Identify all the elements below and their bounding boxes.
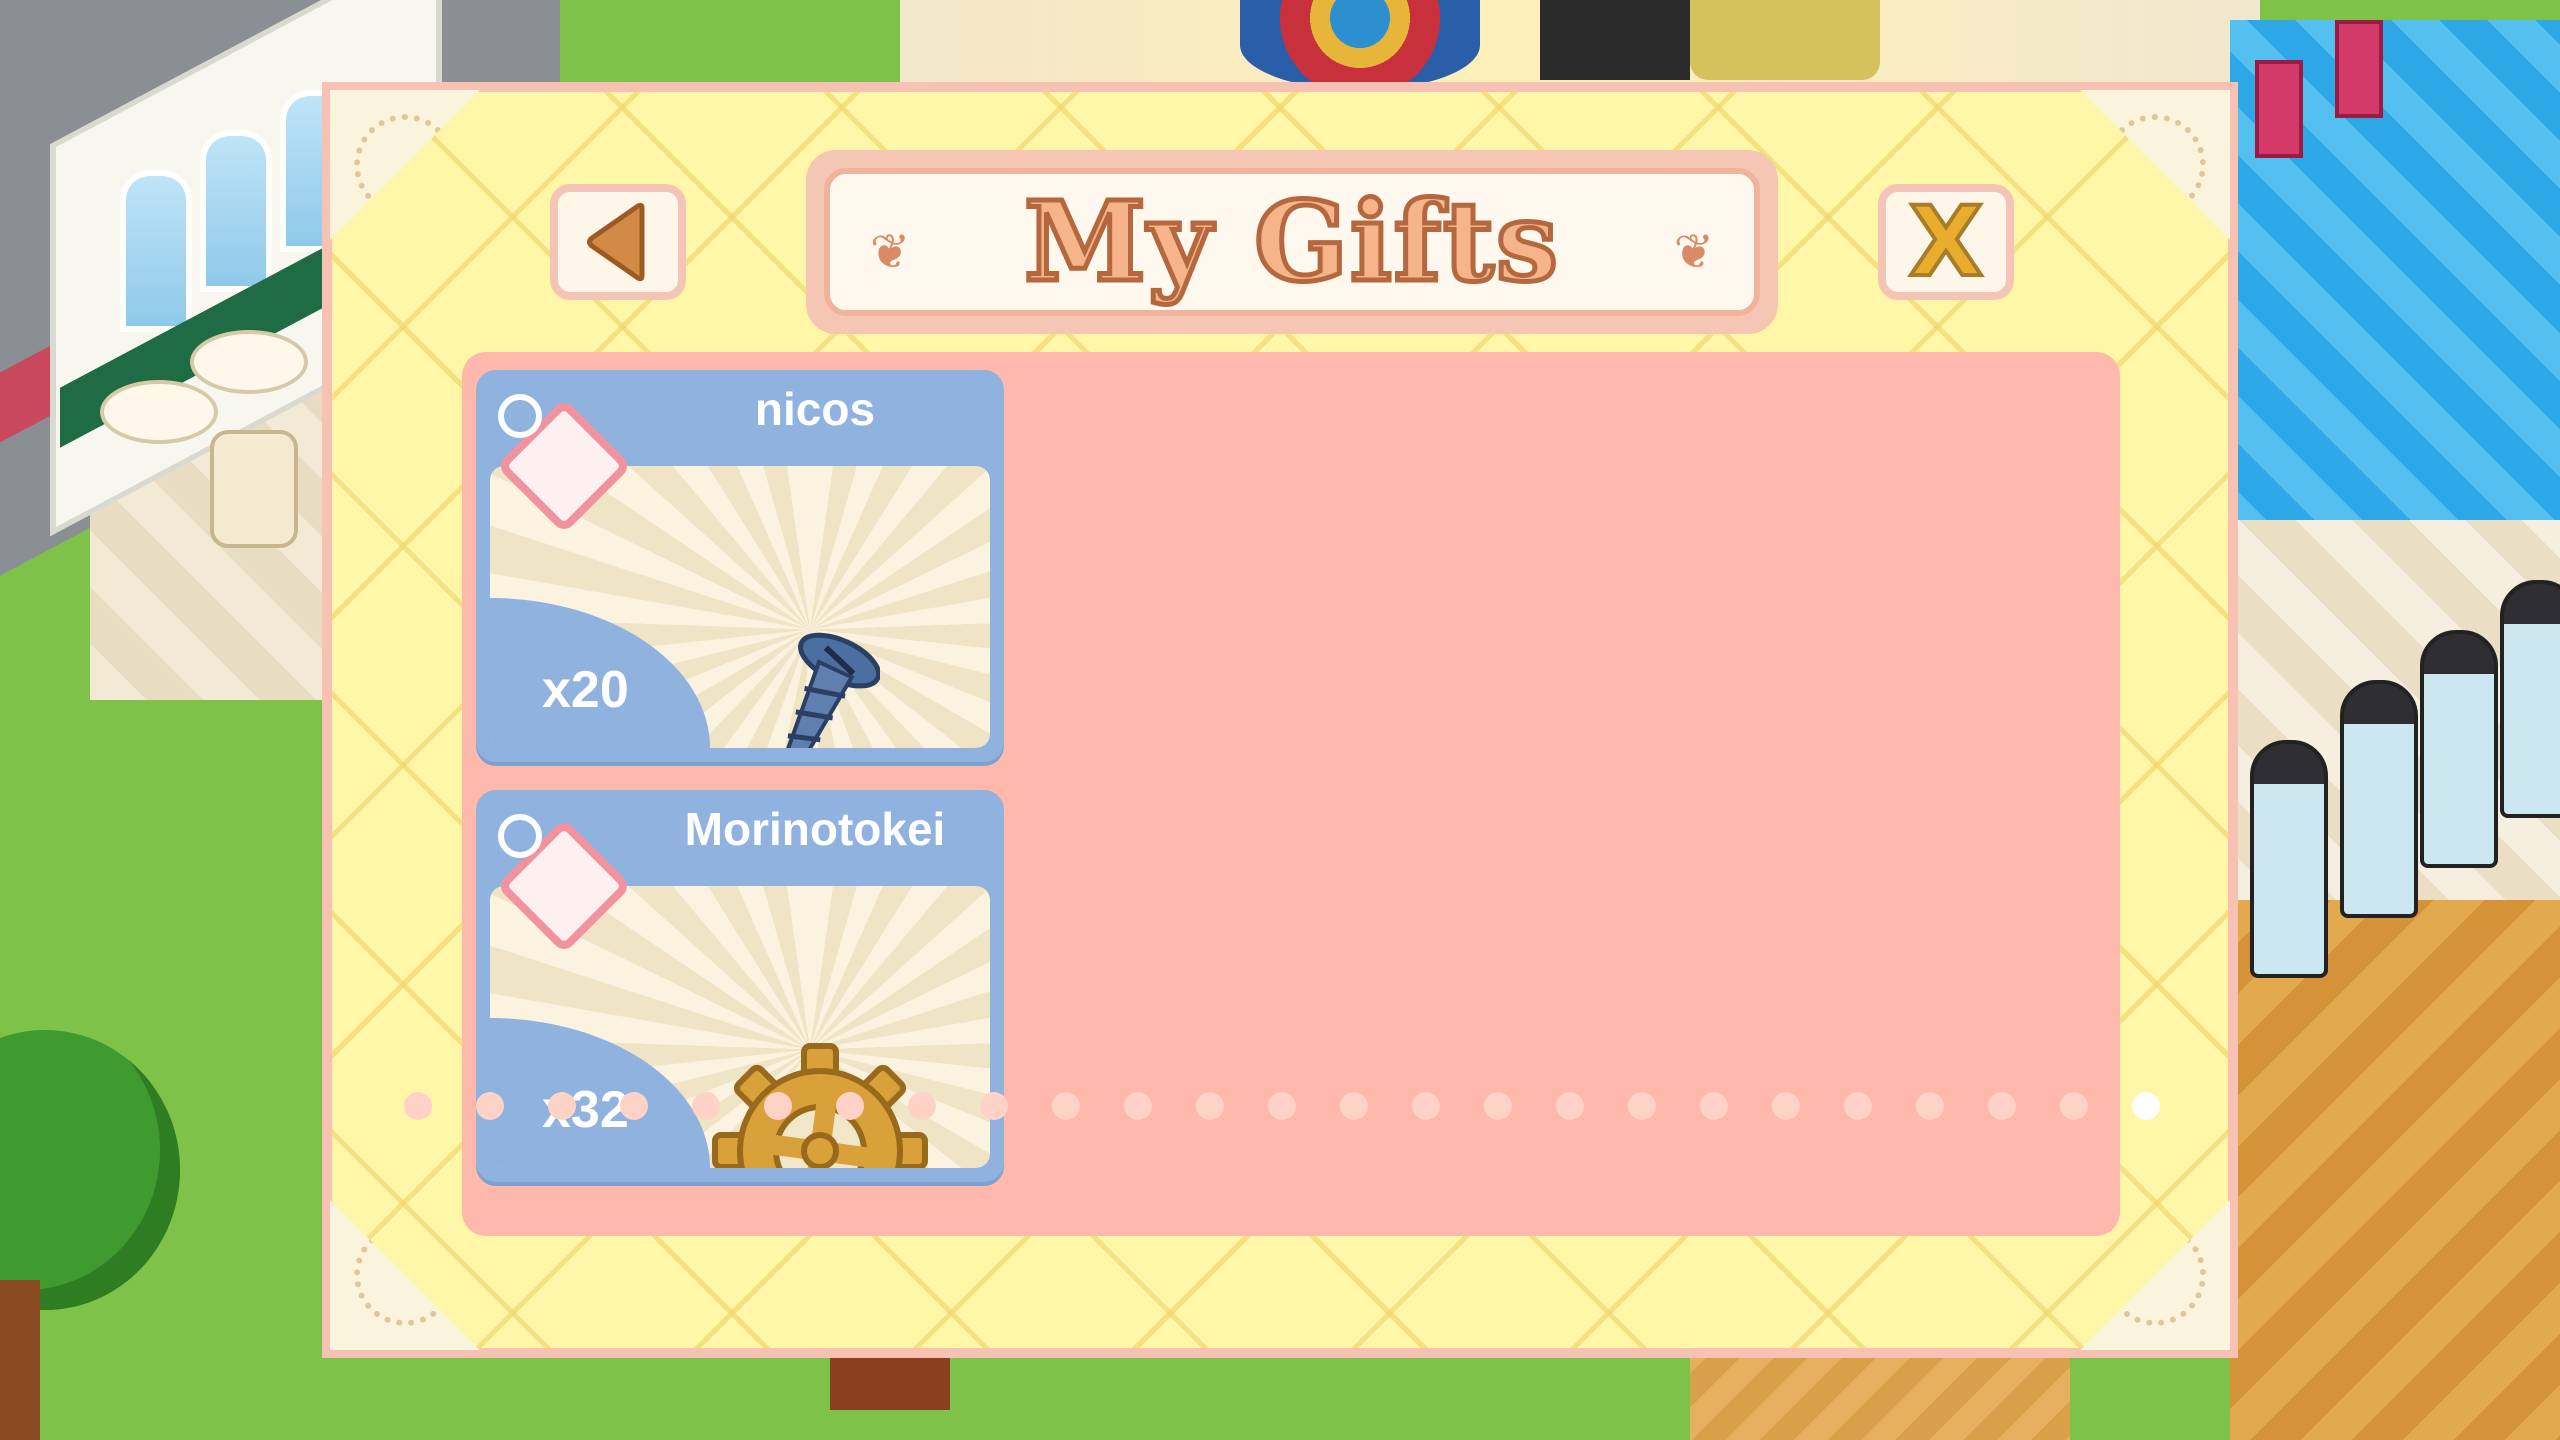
page-dot[interactable] — [908, 1092, 936, 1120]
gift-card[interactable]: Morinotokei x32 — [476, 790, 1004, 1182]
page-dot[interactable] — [1340, 1092, 1368, 1120]
display-case — [2500, 580, 2560, 818]
page-dot[interactable] — [1556, 1092, 1584, 1120]
display-case — [2340, 680, 2418, 918]
corner-ornament — [330, 1200, 480, 1350]
page-dot[interactable] — [1196, 1092, 1224, 1120]
display-case — [2420, 630, 2498, 868]
page-dot[interactable] — [1772, 1092, 1800, 1120]
flourish-icon: ❦ — [1673, 224, 1714, 280]
red-chair — [2255, 60, 2303, 158]
corner-ornament — [2080, 90, 2230, 240]
page-dot[interactable] — [1484, 1092, 1512, 1120]
page-dot[interactable] — [548, 1092, 576, 1120]
page-dot[interactable] — [1412, 1092, 1440, 1120]
tree-trunk — [0, 1280, 40, 1440]
page-dot[interactable] — [1844, 1092, 1872, 1120]
page-dot[interactable] — [1124, 1092, 1152, 1120]
wood-floor — [2230, 900, 2560, 1440]
title-plate: ❦ My Gifts ❦ — [806, 150, 1778, 334]
corner-ornament — [330, 90, 480, 240]
page-indicator — [404, 1092, 2164, 1122]
page-dot[interactable] — [1916, 1092, 1944, 1120]
red-chair — [2335, 20, 2383, 118]
tree — [0, 1030, 180, 1310]
page-dot[interactable] — [476, 1092, 504, 1120]
gift-quantity: x20 — [542, 661, 629, 719]
page-dot[interactable] — [2060, 1092, 2088, 1120]
flower-planter — [1690, 0, 1880, 80]
page-dot[interactable] — [1268, 1092, 1296, 1120]
back-button[interactable] — [550, 184, 686, 300]
display-case — [2250, 740, 2328, 978]
gifts-dialog: ❦ My Gifts ❦ X nicos x20 Morinotokei x32 — [322, 82, 2238, 1358]
triangle-left-icon — [587, 202, 645, 282]
page-dot[interactable] — [1700, 1092, 1728, 1120]
close-icon: X — [1907, 186, 1985, 298]
page-dot[interactable] — [2132, 1092, 2160, 1120]
page-dot[interactable] — [1628, 1092, 1656, 1120]
cafe-window — [120, 170, 192, 332]
close-button[interactable]: X — [1878, 184, 2014, 300]
stained-glass-window — [1240, 0, 1480, 90]
cafe-window — [200, 130, 272, 292]
page-dot[interactable] — [980, 1092, 1008, 1120]
cabinet — [1540, 0, 1690, 80]
screw-icon — [765, 632, 880, 748]
page-dot[interactable] — [1052, 1092, 1080, 1120]
cafe-table — [100, 380, 218, 444]
page-dot[interactable] — [836, 1092, 864, 1120]
cafe-table — [190, 330, 308, 394]
page-dot[interactable] — [1988, 1092, 2016, 1120]
cafe-chair — [210, 430, 298, 548]
gift-tag-icon — [488, 804, 632, 954]
gift-sender: Morinotokei — [684, 803, 946, 855]
flourish-icon: ❦ — [870, 224, 911, 280]
gift-tag-icon — [488, 384, 632, 534]
gift-sender: nicos — [754, 383, 876, 435]
dialog-title: My Gifts — [1022, 177, 1561, 306]
page-dot[interactable] — [764, 1092, 792, 1120]
gift-card[interactable]: nicos x20 — [476, 370, 1004, 762]
page-dot[interactable] — [620, 1092, 648, 1120]
page-dot[interactable] — [692, 1092, 720, 1120]
page-dot[interactable] — [404, 1092, 432, 1120]
